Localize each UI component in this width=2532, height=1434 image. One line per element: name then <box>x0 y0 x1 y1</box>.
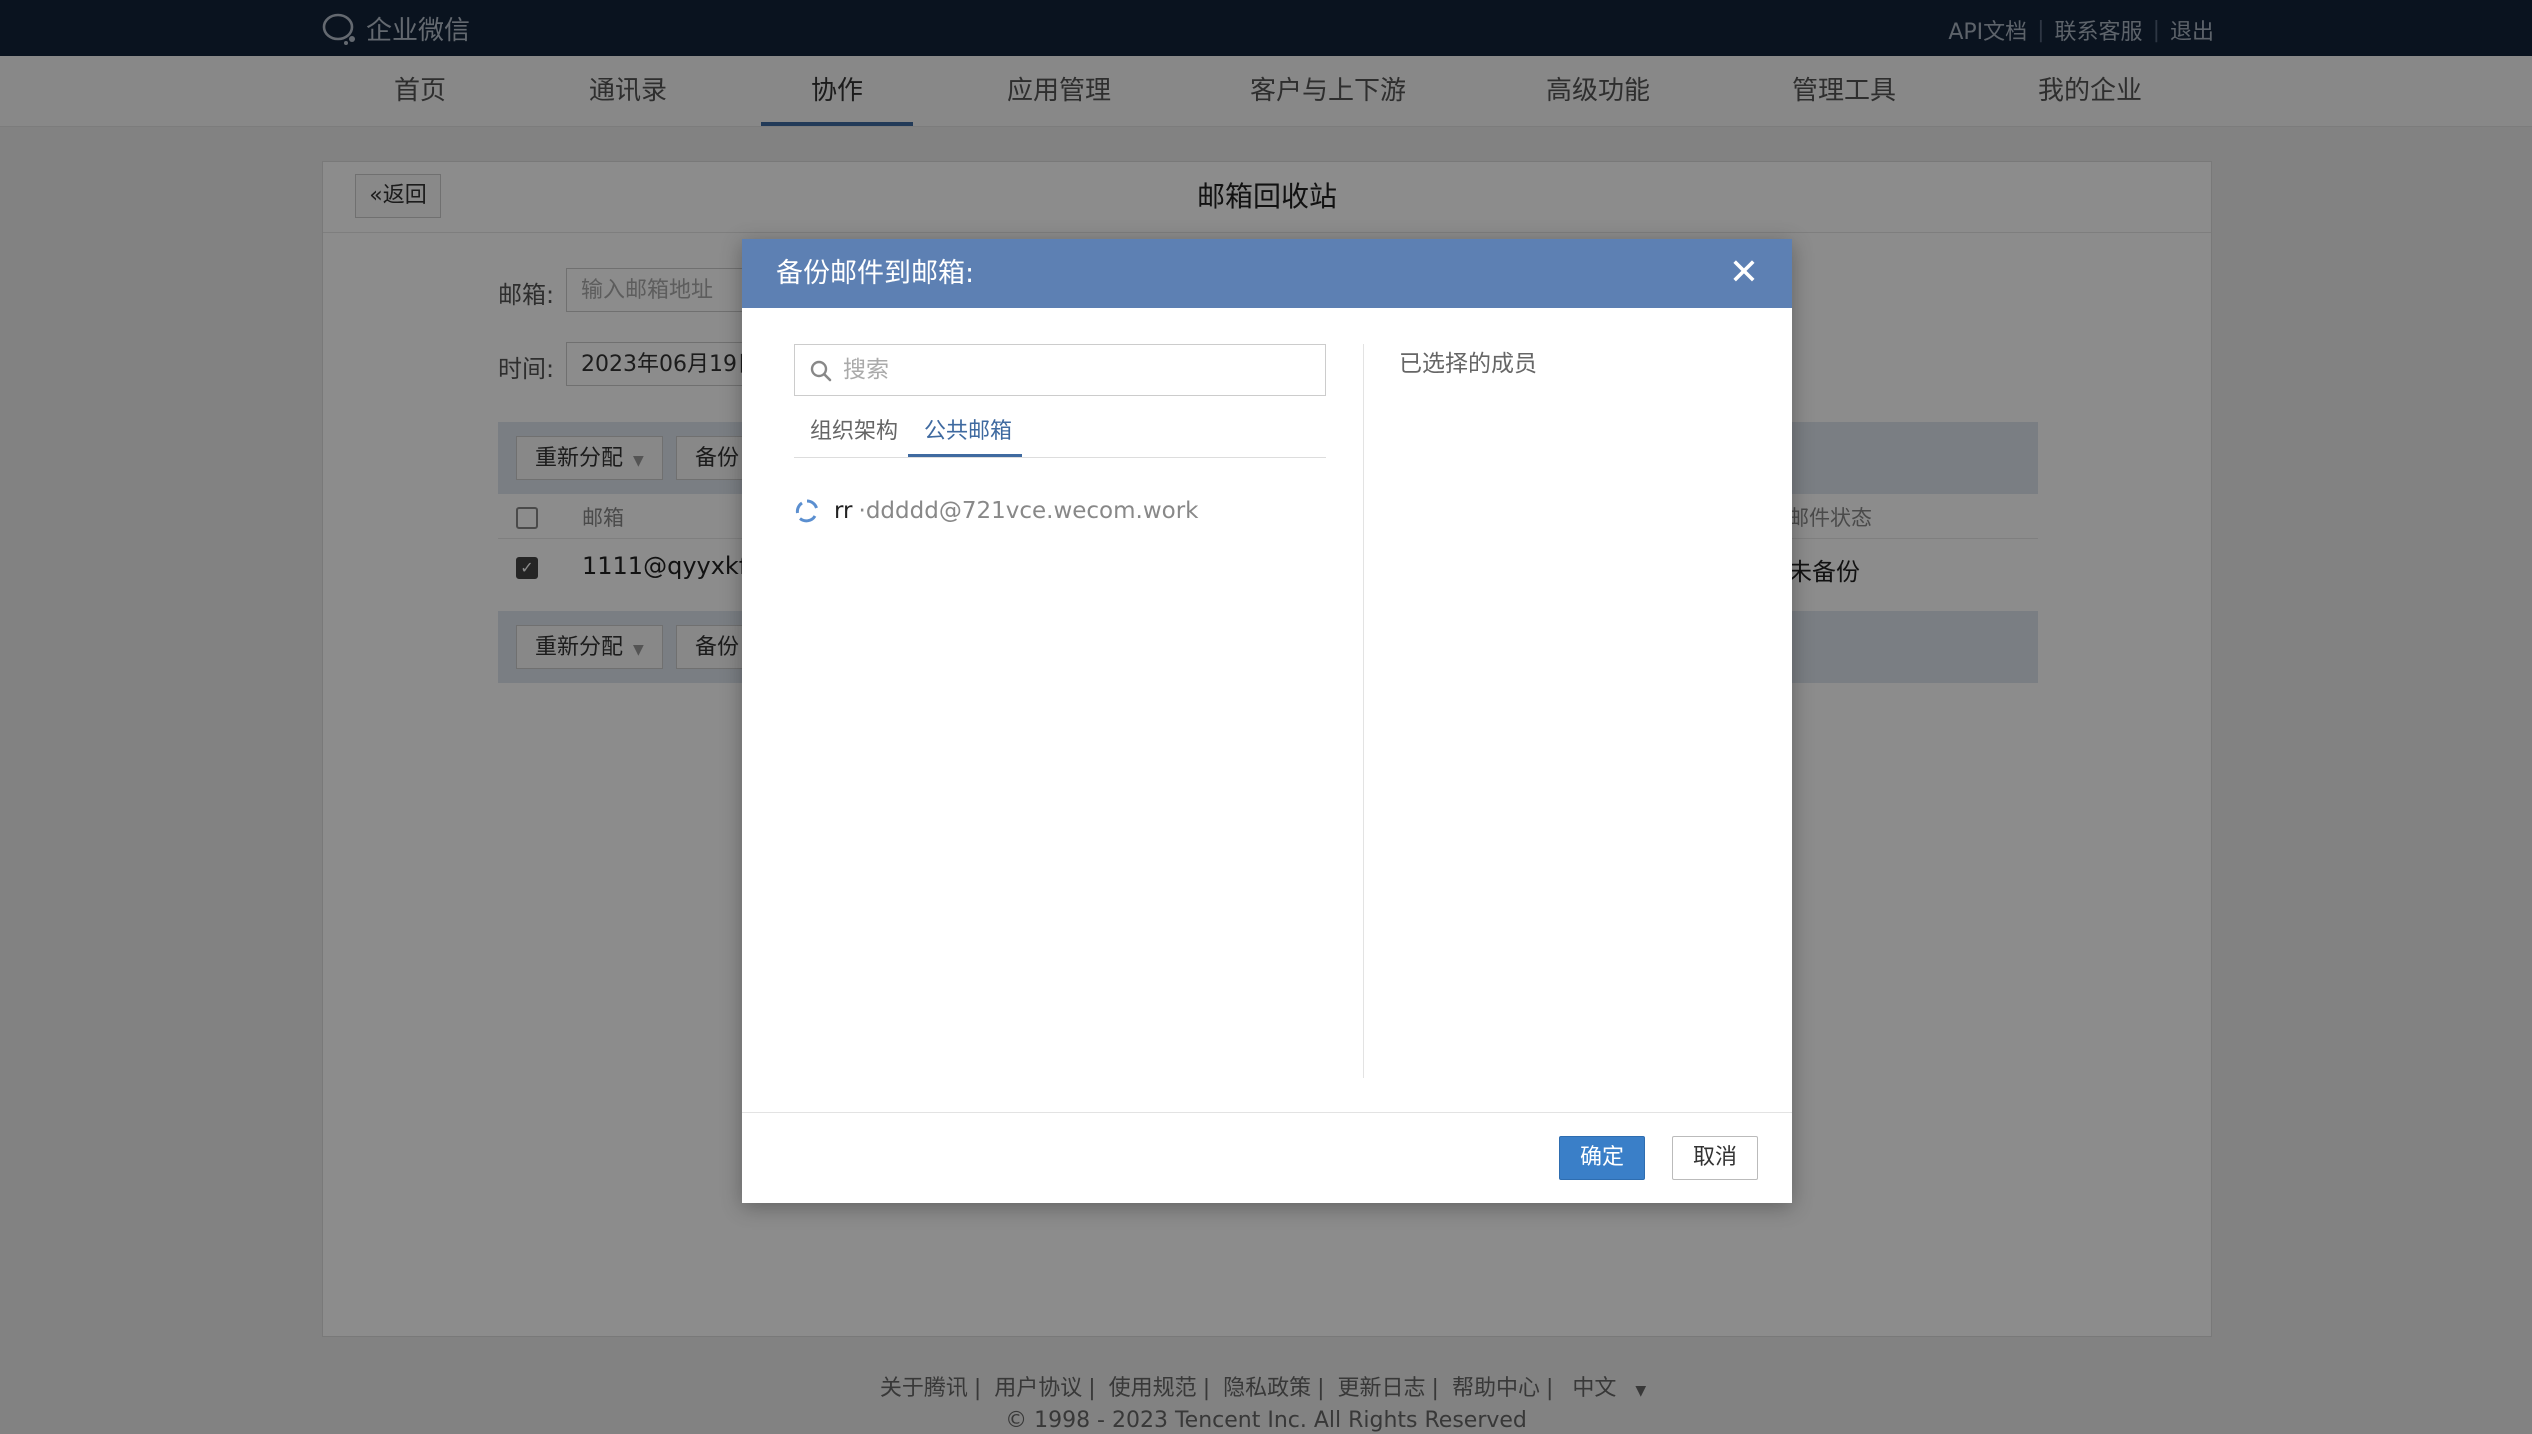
panel-divider <box>1363 344 1364 1078</box>
tab-active-indicator <box>908 454 1022 457</box>
cancel-button[interactable]: 取消 <box>1672 1136 1758 1180</box>
list-item[interactable]: rr · ddddd@721vce.wecom.work <box>794 491 1199 531</box>
entry-separator: · <box>858 498 866 524</box>
member-search-input[interactable]: 搜索 <box>794 344 1326 396</box>
search-icon <box>810 360 832 382</box>
dialog-title: 备份邮件到邮箱: <box>776 258 975 289</box>
selected-members-title: 已选择的成员 <box>1399 351 1537 377</box>
dialog-footer-divider <box>742 1112 1792 1113</box>
backup-dialog: 备份邮件到邮箱: ✕ 搜索 组织架构 公共邮箱 rr · ddddd@721vc… <box>742 239 1792 1203</box>
close-icon[interactable]: ✕ <box>1726 255 1762 291</box>
tab-divider <box>794 457 1326 458</box>
tab-public-mailbox[interactable]: 公共邮箱 <box>924 411 1012 453</box>
tab-org-structure[interactable]: 组织架构 <box>810 411 898 453</box>
search-placeholder: 搜索 <box>843 357 889 383</box>
entry-name: rr <box>834 498 853 524</box>
entry-address: ddddd@721vce.wecom.work <box>865 498 1199 524</box>
confirm-button[interactable]: 确定 <box>1559 1136 1645 1180</box>
dialog-header: 备份邮件到邮箱: ✕ <box>742 239 1792 308</box>
public-mailbox-icon <box>795 499 818 523</box>
